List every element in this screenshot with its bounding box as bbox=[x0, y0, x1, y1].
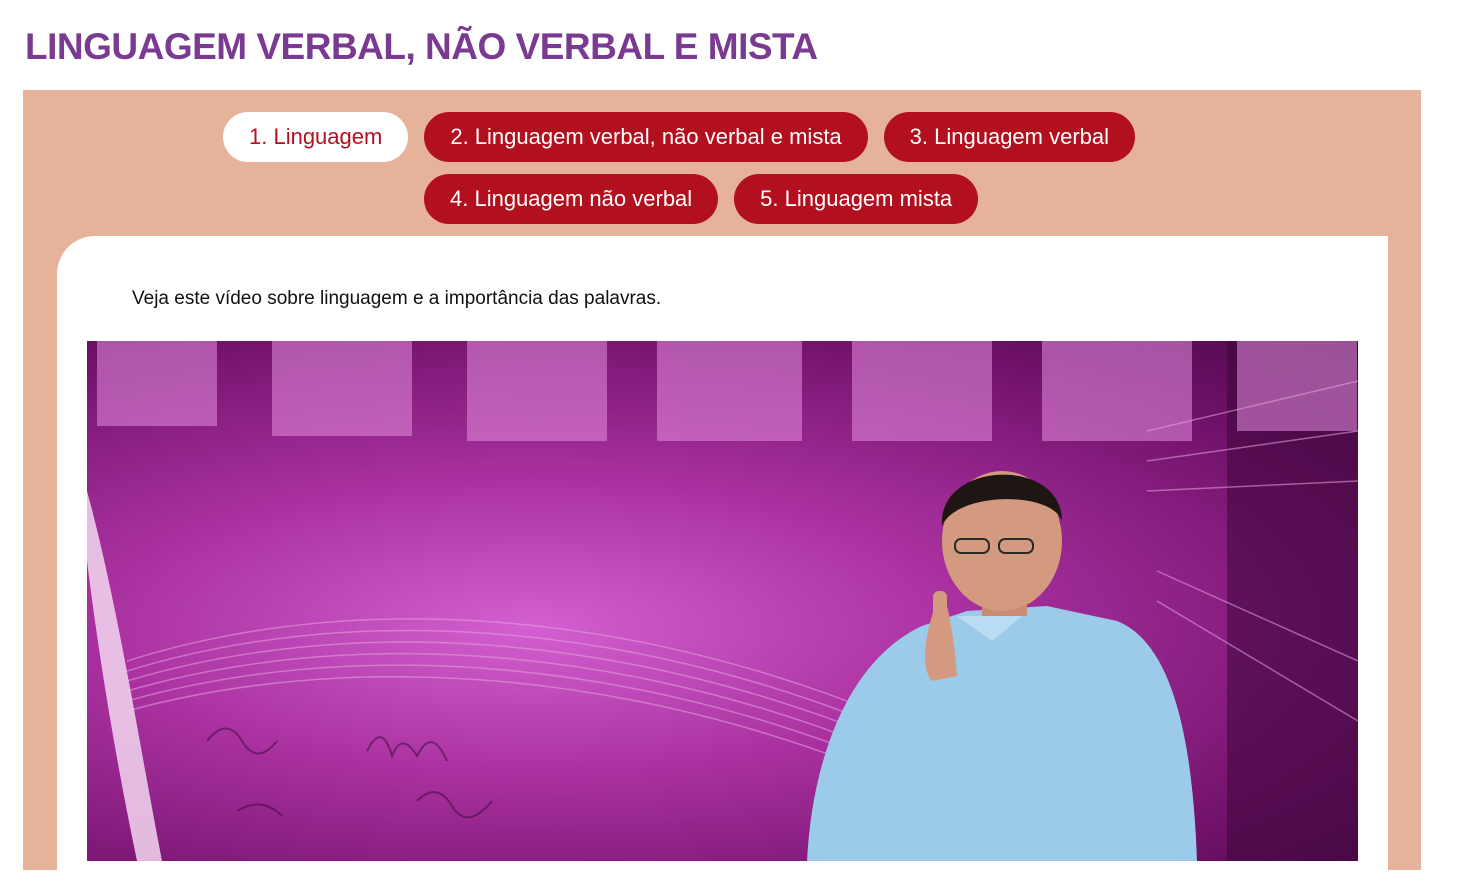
tabs-row-2: 4. Linguagem não verbal 5. Linguagem mis… bbox=[424, 174, 979, 224]
tab-linguagem-nao-verbal[interactable]: 4. Linguagem não verbal bbox=[424, 174, 719, 224]
content-card: Veja este vídeo sobre linguagem e a impo… bbox=[57, 236, 1388, 896]
tab-linguagem-verbal-nao-verbal-mista[interactable]: 2. Linguagem verbal, não verbal e mista bbox=[424, 112, 868, 162]
tab-linguagem-verbal[interactable]: 3. Linguagem verbal bbox=[883, 112, 1136, 162]
presenter-figure bbox=[807, 471, 1197, 861]
tabs-row-1: 1. Linguagem 2. Linguagem verbal, não ve… bbox=[223, 112, 1136, 162]
tab-linguagem[interactable]: 1. Linguagem bbox=[223, 112, 409, 162]
video-frame bbox=[87, 341, 1358, 861]
video-player[interactable] bbox=[87, 341, 1358, 861]
page-title: LINGUAGEM VERBAL, NÃO VERBAL E MISTA bbox=[25, 26, 818, 67]
tab-linguagem-mista[interactable]: 5. Linguagem mista bbox=[734, 174, 979, 224]
lesson-panel: 1. Linguagem 2. Linguagem verbal, não ve… bbox=[23, 90, 1421, 896]
intro-text: Veja este vídeo sobre linguagem e a impo… bbox=[132, 288, 662, 309]
